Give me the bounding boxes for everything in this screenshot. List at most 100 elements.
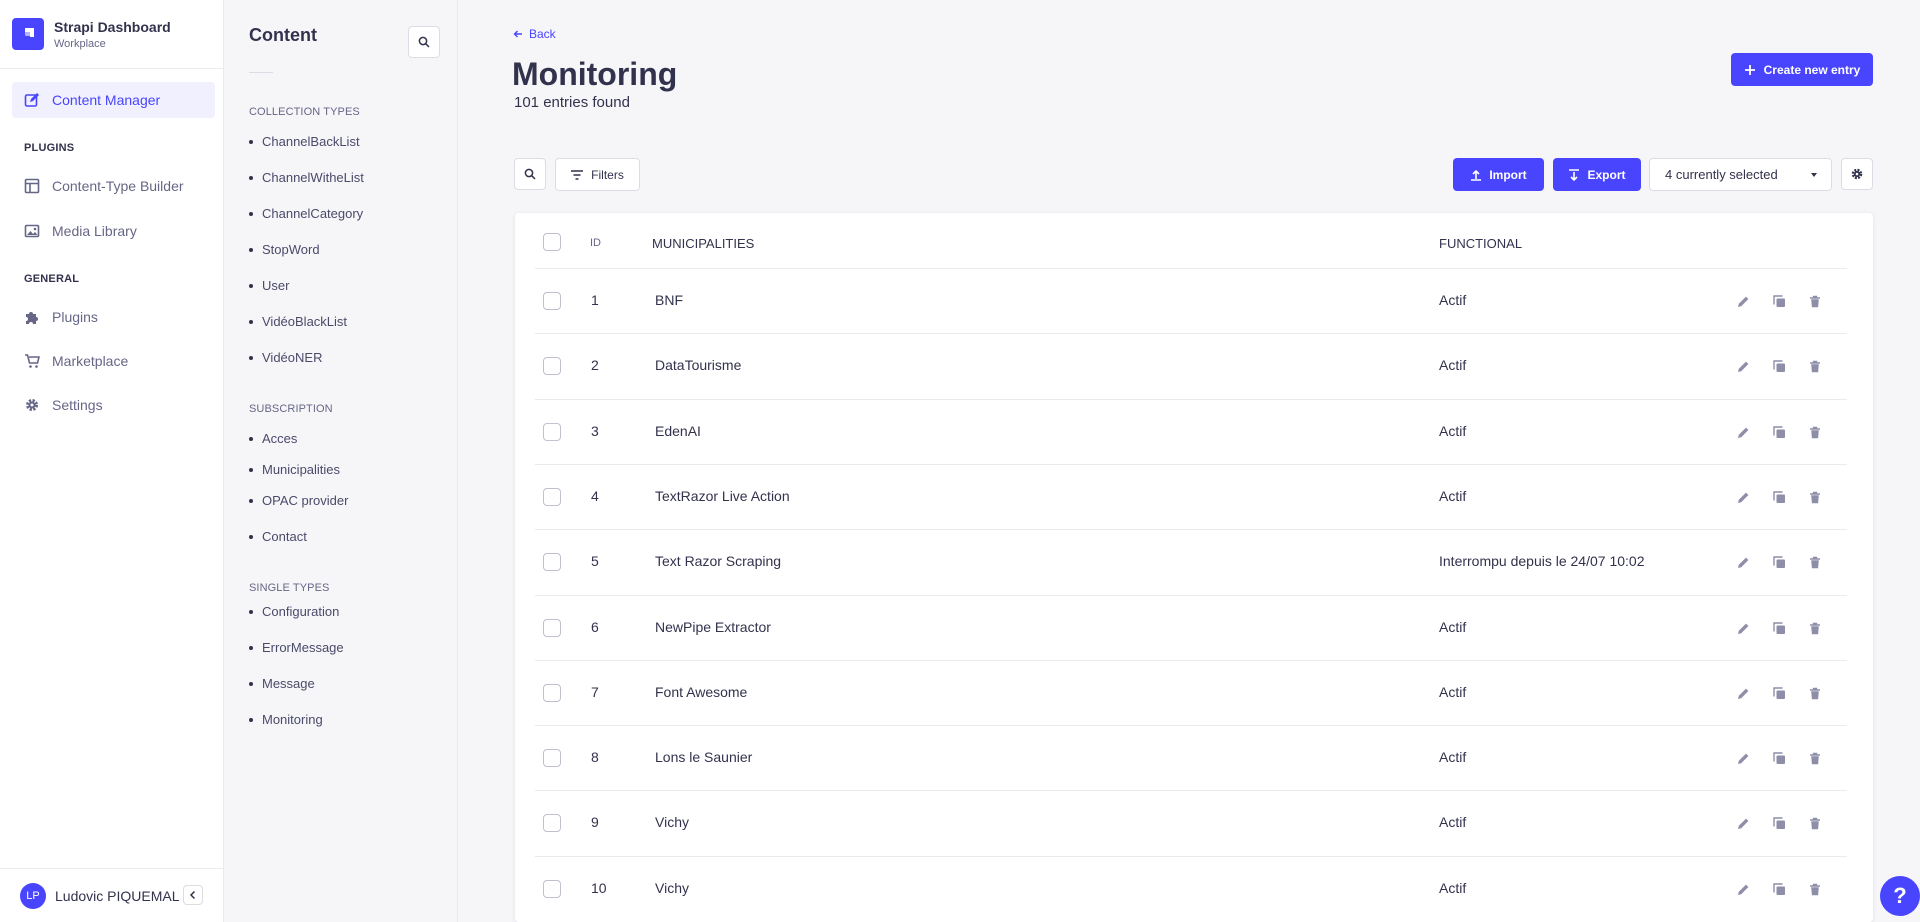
trash-icon[interactable]: [1807, 620, 1823, 636]
filters-button[interactable]: Filters: [555, 158, 640, 191]
edit-icon[interactable]: [1735, 424, 1751, 440]
trash-icon[interactable]: [1807, 489, 1823, 505]
import-button[interactable]: Import: [1453, 158, 1544, 191]
trash-icon[interactable]: [1807, 685, 1823, 701]
duplicate-icon[interactable]: [1771, 293, 1787, 309]
trash-icon[interactable]: [1807, 881, 1823, 897]
row-checkbox[interactable]: [543, 749, 561, 767]
cell-municipality: Text Razor Scraping: [655, 553, 782, 569]
duplicate-icon-glyph: [1772, 751, 1785, 764]
duplicate-icon[interactable]: [1771, 685, 1787, 701]
subnav-link-errormessage[interactable]: ErrorMessage: [249, 640, 344, 655]
row-checkbox[interactable]: [543, 684, 561, 702]
row-divider: [535, 790, 1847, 791]
column-header-functional[interactable]: FUNCTIONAL: [1439, 236, 1522, 251]
nav-content-type-builder[interactable]: Content-Type Builder: [12, 168, 215, 204]
subnav-link-acces[interactable]: Acces: [248, 431, 297, 446]
collapse-nav-button[interactable]: [183, 885, 203, 905]
row-checkbox[interactable]: [543, 880, 561, 898]
nav-content-manager-label: Content Manager: [52, 92, 161, 108]
subnav-link-channelcategory[interactable]: ChannelCategory: [248, 206, 363, 221]
table-settings-button[interactable]: [1841, 158, 1873, 190]
help-button[interactable]: ?: [1880, 876, 1920, 916]
subnav-link-opac-provider[interactable]: OPAC provider: [248, 493, 348, 508]
trash-icon-glyph: [1810, 687, 1820, 699]
trash-icon[interactable]: [1807, 424, 1823, 440]
nav-content-manager[interactable]: Content Manager: [12, 82, 215, 118]
trash-icon-glyph: [1810, 883, 1820, 895]
subnav-link-channelbacklist[interactable]: ChannelBackList: [249, 134, 360, 149]
search-icon: [418, 36, 430, 48]
content-manager-icon: [24, 93, 39, 107]
duplicate-icon[interactable]: [1771, 489, 1787, 505]
back-label: Back: [529, 27, 556, 41]
column-header-municipalities[interactable]: MUNICIPALITIES: [652, 236, 754, 251]
nav-settings[interactable]: Settings: [12, 387, 215, 423]
brand-title: Strapi Dashboard: [54, 18, 171, 35]
subnav-link-municipalities[interactable]: Municipalities: [248, 462, 340, 477]
duplicate-icon[interactable]: [1771, 424, 1787, 440]
trash-icon-glyph: [1810, 752, 1820, 764]
row-divider: [535, 529, 1847, 530]
row-checkbox[interactable]: [543, 488, 561, 506]
image-icon: [24, 224, 40, 238]
edit-icon[interactable]: [1735, 881, 1751, 897]
single-types-label: SINGLE TYPES: [249, 582, 330, 594]
subnav-link-channelwithelist[interactable]: ChannelWitheList: [249, 170, 364, 185]
table-search-button[interactable]: [514, 158, 546, 190]
duplicate-icon[interactable]: [1771, 620, 1787, 636]
edit-icon[interactable]: [1735, 750, 1751, 766]
row-checkbox[interactable]: [543, 814, 561, 832]
duplicate-icon[interactable]: [1771, 881, 1787, 897]
edit-icon[interactable]: [1735, 358, 1751, 374]
duplicate-icon[interactable]: [1771, 750, 1787, 766]
nav-media-library-label: Media Library: [52, 223, 137, 239]
edit-icon[interactable]: [1735, 685, 1751, 701]
cell-municipality: DataTourisme: [655, 357, 742, 373]
nav-marketplace[interactable]: Marketplace: [12, 343, 215, 379]
row-checkbox[interactable]: [543, 553, 561, 571]
subnav-link-message[interactable]: Message: [249, 676, 315, 691]
duplicate-icon[interactable]: [1771, 554, 1787, 570]
duplicate-icon[interactable]: [1771, 815, 1787, 831]
subnav-link-videoblacklist[interactable]: VidéoBlackList: [248, 314, 347, 329]
duplicate-icon-glyph: [1772, 490, 1785, 503]
nav-plugins[interactable]: Plugins: [12, 299, 215, 335]
row-checkbox[interactable]: [543, 292, 561, 310]
trash-icon[interactable]: [1807, 750, 1823, 766]
filter-icon: [571, 169, 584, 180]
subnav-link-monitoring[interactable]: Monitoring: [249, 712, 323, 727]
subnav-link-stopword[interactable]: StopWord: [249, 242, 320, 257]
subnav-link-user[interactable]: User: [248, 278, 289, 293]
cell-id: 10: [591, 880, 607, 896]
nav-media-library[interactable]: Media Library: [12, 213, 215, 249]
create-new-entry-button[interactable]: Create new entry: [1731, 53, 1873, 86]
subnav-link-configuration[interactable]: Configuration: [248, 604, 339, 619]
import-label: Import: [1489, 167, 1527, 182]
subnav-link-videoner[interactable]: VidéoNER: [248, 350, 322, 365]
user-profile[interactable]: LP Ludovic PIQUEMAL: [0, 868, 224, 922]
trash-icon[interactable]: [1807, 554, 1823, 570]
plus-icon: [1744, 64, 1755, 75]
trash-icon[interactable]: [1807, 815, 1823, 831]
filters-label: Filters: [591, 167, 624, 182]
subnav-search-button[interactable]: [408, 26, 440, 58]
edit-icon[interactable]: [1735, 815, 1751, 831]
subnav-link-contact[interactable]: Contact: [249, 529, 307, 544]
edit-icon[interactable]: [1735, 620, 1751, 636]
trash-icon[interactable]: [1807, 293, 1823, 309]
row-checkbox[interactable]: [543, 423, 561, 441]
export-button[interactable]: Export: [1553, 158, 1641, 191]
back-link[interactable]: Back: [513, 27, 556, 41]
row-checkbox[interactable]: [543, 357, 561, 375]
row-checkbox[interactable]: [543, 619, 561, 637]
edit-icon[interactable]: [1735, 293, 1751, 309]
select-all-checkbox[interactable]: [543, 233, 561, 251]
columns-select[interactable]: 4 currently selected: [1649, 158, 1832, 191]
column-header-id[interactable]: ID: [590, 237, 601, 249]
edit-icon[interactable]: [1735, 489, 1751, 505]
trash-icon[interactable]: [1807, 358, 1823, 374]
cell-functional: Actif: [1439, 357, 1467, 373]
duplicate-icon[interactable]: [1771, 358, 1787, 374]
edit-icon[interactable]: [1735, 554, 1751, 570]
